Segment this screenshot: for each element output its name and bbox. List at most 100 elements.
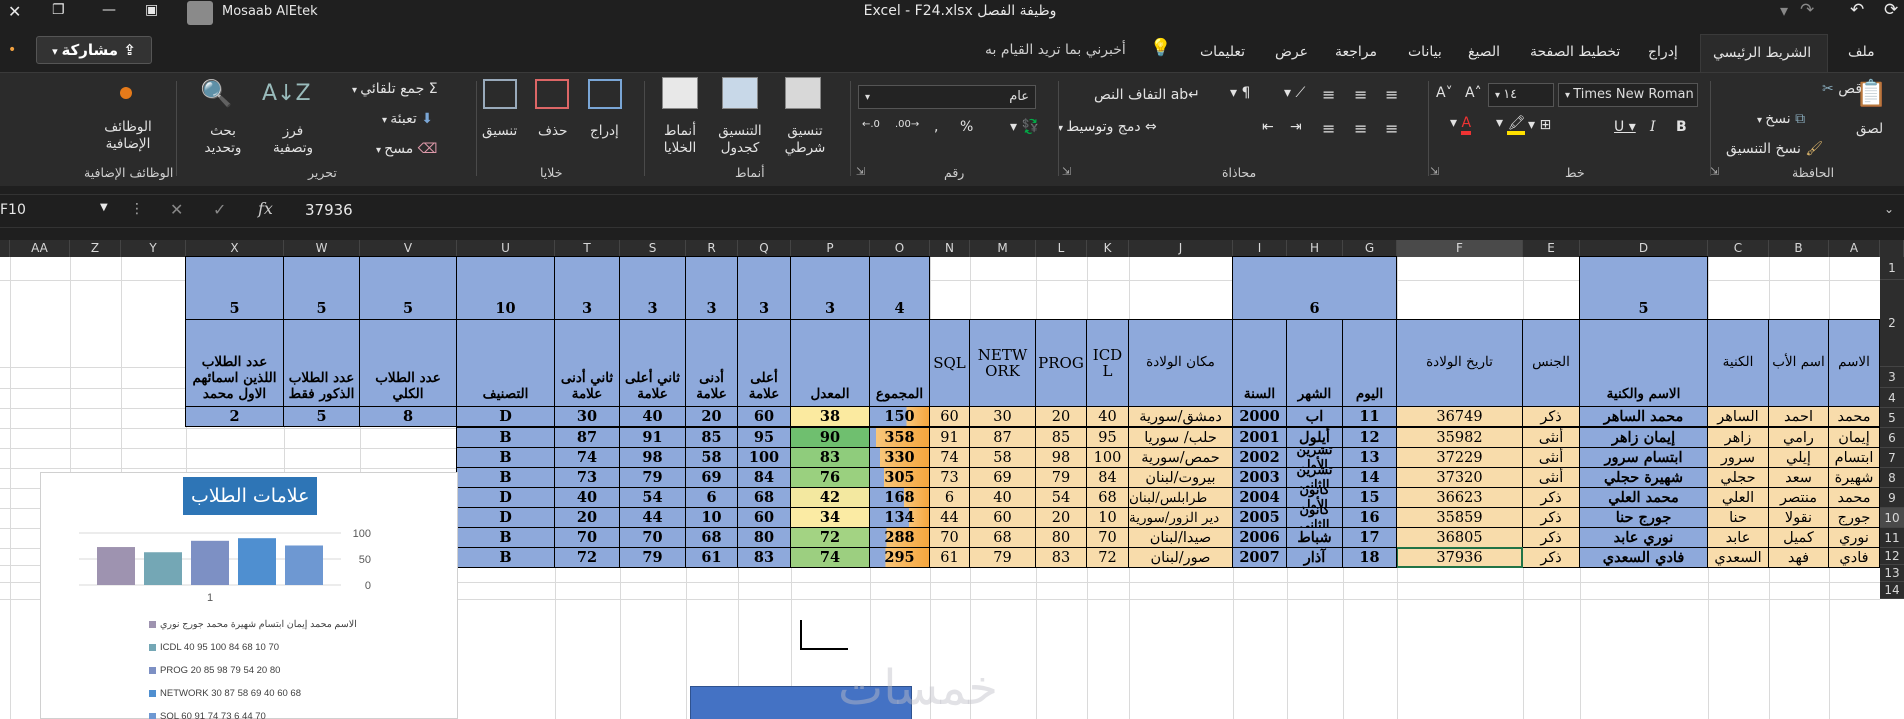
column-title-cell[interactable]: مكان الولادة [1128,319,1233,407]
data-cell[interactable]: 100 [1086,447,1129,468]
align-center-icon[interactable]: ≡ [1354,119,1367,138]
data-cell[interactable]: 35982 [1396,427,1523,448]
data-cell[interactable]: ذكر [1522,527,1580,548]
data-cell[interactable]: كانون الأول [1286,487,1343,508]
data-cell[interactable]: صور/لبنان [1128,547,1233,568]
format-painter-button[interactable]: نسخ التنسيق 🖌 [1726,141,1823,157]
data-cell[interactable]: 2001 [1232,427,1287,448]
column-title-cell[interactable]: أعلى علامة [737,319,791,407]
data-cell[interactable]: أيلول [1286,427,1343,448]
comma-icon[interactable]: , [934,119,938,135]
column-title-cell[interactable]: عدد الطلاب اللذين اسمائهم الاول محمد [185,319,284,407]
data-cell[interactable]: 79 [619,467,686,488]
data-cell[interactable]: نقولا [1768,507,1829,528]
accounting-icon[interactable]: ▾ 💱 [1010,119,1039,135]
data-cell[interactable]: إيمان [1828,427,1880,448]
header-weight-cell[interactable]: 5 [185,256,284,320]
data-cell[interactable]: 83 [737,547,791,568]
data-cell[interactable]: 40 [1086,406,1129,427]
column-header[interactable]: AA [10,240,70,257]
data-cell[interactable]: حجلي [1707,467,1769,488]
data-cell[interactable]: 8 [359,406,457,427]
data-cell[interactable]: 20 [554,507,620,528]
data-cell[interactable]: أنثى [1522,427,1580,448]
clear-button[interactable]: ▾ مسح ⌫ [376,141,437,157]
data-cell[interactable]: محمد العلي [1579,487,1708,508]
data-cell[interactable]: 87 [554,427,620,448]
data-cell[interactable]: 73 [554,467,620,488]
paste-button[interactable]: لصق [1856,121,1883,137]
data-cell[interactable]: 95 [1086,427,1129,448]
row-header[interactable]: 2 [1880,280,1904,367]
header-weight-cell[interactable]: 3 [619,256,686,320]
data-cell[interactable]: 40 [554,487,620,508]
decrease-decimal-icon[interactable]: ←.0 [862,119,880,130]
data-cell[interactable]: 68 [685,527,738,548]
merge-center-button[interactable]: ▾ دمج وتوسيط ⇔ [1058,119,1157,135]
data-cell[interactable]: 83 [1035,547,1087,568]
format-as-table-button[interactable]: التنسيق كجدول [710,123,770,157]
data-cell[interactable]: 61 [929,547,970,568]
addins-icon[interactable] [120,87,132,99]
column-header[interactable]: U [457,240,555,257]
data-cell[interactable]: 73 [929,467,970,488]
data-cell[interactable]: 91 [929,427,970,448]
data-cell[interactable]: ذكر [1522,507,1580,528]
data-cell[interactable]: 69 [969,467,1036,488]
data-cell[interactable]: 85 [1035,427,1087,448]
tab-home[interactable]: الشريط الرئيسي [1700,34,1828,72]
tab-page-layout[interactable]: تخطيط الصفحة [1530,44,1620,60]
data-cell[interactable]: 84 [737,467,791,488]
percent-icon[interactable]: % [960,119,973,135]
row-header[interactable]: 1 [1880,257,1904,280]
data-cell[interactable]: 44 [929,507,970,528]
cancel-icon[interactable]: ✕ [170,200,183,219]
data-cell[interactable]: 60 [929,406,970,427]
column-header[interactable]: A [1829,240,1880,257]
data-cell[interactable]: اب [1286,406,1343,427]
data-cell[interactable]: 79 [619,547,686,568]
column-title-cell[interactable]: ثاني أعلى علامة [619,319,686,407]
sort-filter-icon[interactable]: A↓Z [262,81,311,106]
data-cell[interactable]: آذار [1286,547,1343,568]
format-cells-icon[interactable] [483,79,517,109]
tab-file[interactable]: ملف [1848,44,1875,60]
data-cell[interactable]: 44 [619,507,686,528]
data-cell[interactable]: 6 [685,487,738,508]
column-title-cell[interactable]: تاريخ الولادة [1396,319,1523,407]
column-title-cell[interactable]: PROG [1035,319,1087,407]
data-cell[interactable]: محمد الساهر [1579,406,1708,427]
delete-cells-button[interactable]: حذف [538,123,567,139]
column-title-cell[interactable]: اسم الأب [1768,319,1829,407]
row-header[interactable]: 5 [1880,408,1904,428]
row-header[interactable]: 14 [1880,582,1904,599]
row-header[interactable]: 11 [1880,528,1904,548]
data-cell[interactable]: 2003 [1232,467,1287,488]
tab-insert[interactable]: إدراج [1648,44,1678,60]
data-cell[interactable]: 79 [1035,467,1087,488]
underline-icon[interactable]: U ▾ [1614,119,1636,135]
bold-icon[interactable]: B [1676,119,1687,135]
number-format-select[interactable]: ▾ عام [858,85,1036,109]
data-cell[interactable]: 20 [1035,507,1087,528]
data-cell[interactable]: 330 [869,447,930,468]
data-cell[interactable]: سرور [1707,447,1769,468]
data-cell[interactable]: 58 [969,447,1036,468]
column-header[interactable]: K [1087,240,1129,257]
data-cell[interactable]: 2007 [1232,547,1287,568]
data-cell[interactable]: 5 [283,406,360,427]
chart[interactable]: علامات الطلاب 0 50 100 1 الاسم محمد إيمان ا… [40,472,458,719]
increase-indent-icon[interactable]: ⇥ [1290,119,1302,135]
avatar[interactable] [187,1,213,25]
grow-font-icon[interactable]: A˄ [1465,85,1482,101]
align-top-icon[interactable]: ≡ [1322,85,1335,104]
decrease-indent-icon[interactable]: ⇤ [1262,119,1274,135]
column-title-cell[interactable]: الكنية [1707,319,1769,407]
format-table-icon[interactable] [722,77,758,109]
header-weight-cell[interactable]: 3 [790,256,870,320]
data-cell[interactable]: B [456,527,555,548]
cut-button[interactable]: ✂ قص [1822,81,1862,97]
data-cell[interactable]: 68 [737,487,791,508]
data-cell[interactable]: ذكر [1522,487,1580,508]
data-cell[interactable]: شهيرة حجلي [1579,467,1708,488]
